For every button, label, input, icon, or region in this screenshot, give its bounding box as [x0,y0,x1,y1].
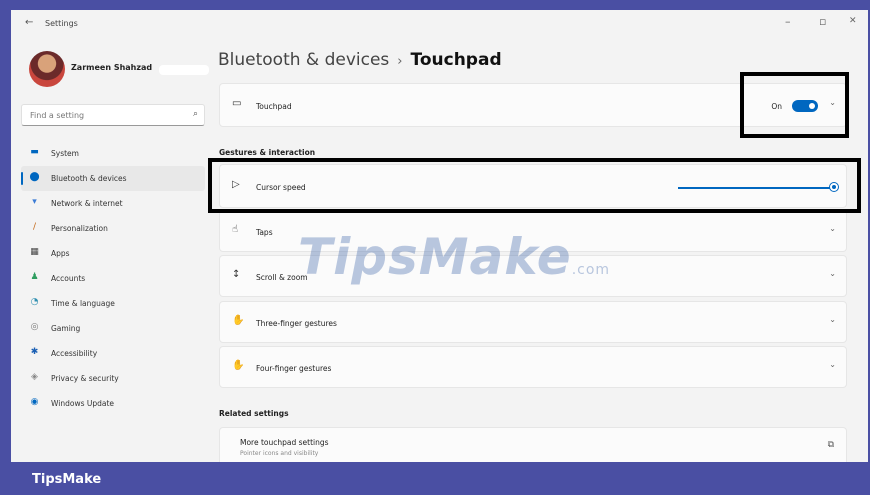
sidebar-item-label: Personalization [51,224,108,233]
sidebar-item-label: Accessibility [51,349,98,358]
sidebar-nav: ▬ System ⬤ Bluetooth & devices ▾ Network & in… [21,141,205,416]
chevron-down-icon[interactable]: ⌄ [829,269,836,278]
sidebar-item-label: Accounts [51,274,86,283]
user-name: Zarmeen Shahzad [71,63,153,72]
sidebar-item-privacy-security[interactable]: ◈ Privacy & security [21,366,205,391]
nav-icon: ✱ [30,347,39,357]
sidebar-item-time-language[interactable]: ◔ Time & language [21,291,205,316]
back-icon[interactable]: ← [25,17,33,28]
more-settings-sublabel: Pointer icons and visibility [240,450,319,457]
nav-icon: / [32,222,37,232]
maximize-icon[interactable]: ▫ [819,15,826,28]
breadcrumb: Bluetooth & devices › Touchpad [218,50,502,70]
nav-icon: ◉ [30,397,39,407]
gestures-section-title: Gestures & interaction [219,148,316,157]
four-finger-label: Four-finger gestures [256,364,332,373]
sidebar-item-apps[interactable]: ▦ Apps [21,241,205,266]
scroll-icon: ↕ [232,269,241,280]
user-email-redacted [159,65,209,75]
app-title: Settings [45,19,78,28]
more-settings-label: More touchpad settings [240,438,329,447]
nav-icon: ▾ [32,197,37,207]
footer-brand: TipsMake [32,472,102,487]
taps-label: Taps [256,228,273,237]
three-finger-label: Three-finger gestures [256,319,337,328]
title-bar: ← Settings – ▫ ✕ [11,10,868,38]
page-title: Touchpad [410,50,502,70]
four-finger-card[interactable]: ✋ Four-finger gestures ⌄ [219,346,847,388]
sidebar-item-label: Gaming [51,324,81,333]
avatar [29,51,65,87]
sidebar-item-system[interactable]: ▬ System [21,141,205,166]
search-icon: ⌕ [192,109,198,119]
sidebar-item-network-internet[interactable]: ▾ Network & internet [21,191,205,216]
watermark: TipsMake.com [298,228,610,286]
sidebar-item-accounts[interactable]: ♟ Accounts [21,266,205,291]
sidebar-item-windows-update[interactable]: ◉ Windows Update [21,391,205,416]
sidebar-item-accessibility[interactable]: ✱ Accessibility [21,341,205,366]
touchpad-label: Touchpad [256,102,292,111]
watermark-main: TipsMake [298,228,572,286]
chevron-down-icon[interactable]: ⌄ [829,315,836,324]
sidebar-item-label: System [51,149,79,158]
hand-tap-icon: ☝ [232,224,239,235]
settings-window: ← Settings – ▫ ✕ Zarmeen Shahzad Find a … [11,10,868,462]
nav-icon: ◎ [30,322,39,332]
sidebar-item-gaming[interactable]: ◎ Gaming [21,316,205,341]
highlight-box-cursor-speed [208,158,861,213]
sidebar-item-label: Network & internet [51,199,123,208]
watermark-suffix: .com [571,262,611,278]
user-profile[interactable]: Zarmeen Shahzad [29,51,229,91]
search-placeholder: Find a setting [30,111,85,120]
three-finger-card[interactable]: ✋ Three-finger gestures ⌄ [219,301,847,343]
sidebar-item-bluetooth-devices[interactable]: ⬤ Bluetooth & devices [21,166,205,191]
sidebar-item-label: Windows Update [51,399,115,408]
hand-icon: ✋ [232,315,245,326]
open-external-icon[interactable]: ⧉ [828,440,834,450]
footer-banner: TipsMake [0,462,870,495]
nav-icon: ◔ [30,297,39,307]
sidebar-item-label: Bluetooth & devices [51,174,127,183]
nav-icon: ⬤ [29,172,40,182]
related-section-title: Related settings [219,409,289,418]
breadcrumb-parent[interactable]: Bluetooth & devices [218,50,389,70]
hand-icon: ✋ [232,360,245,371]
sidebar-item-label: Privacy & security [51,374,119,383]
touchpad-icon: ▭ [232,98,242,109]
nav-icon: ▦ [30,247,39,257]
sidebar-item-label: Apps [51,249,70,258]
minimize-icon[interactable]: – [785,15,791,28]
sidebar-item-label: Time & language [51,299,115,308]
more-touchpad-settings-card[interactable]: More touchpad settings Pointer icons and… [219,427,847,462]
nav-icon: ♟ [30,272,39,282]
close-icon[interactable]: ✕ [849,16,857,26]
chevron-down-icon[interactable]: ⌄ [829,224,836,233]
sidebar-item-personalization[interactable]: / Personalization [21,216,205,241]
nav-icon: ◈ [31,372,38,382]
nav-icon: ▬ [30,147,39,157]
chevron-down-icon[interactable]: ⌄ [829,360,836,369]
search-input[interactable]: Find a setting ⌕ [21,104,205,126]
breadcrumb-separator: › [397,54,403,69]
highlight-box-toggle [740,72,849,138]
